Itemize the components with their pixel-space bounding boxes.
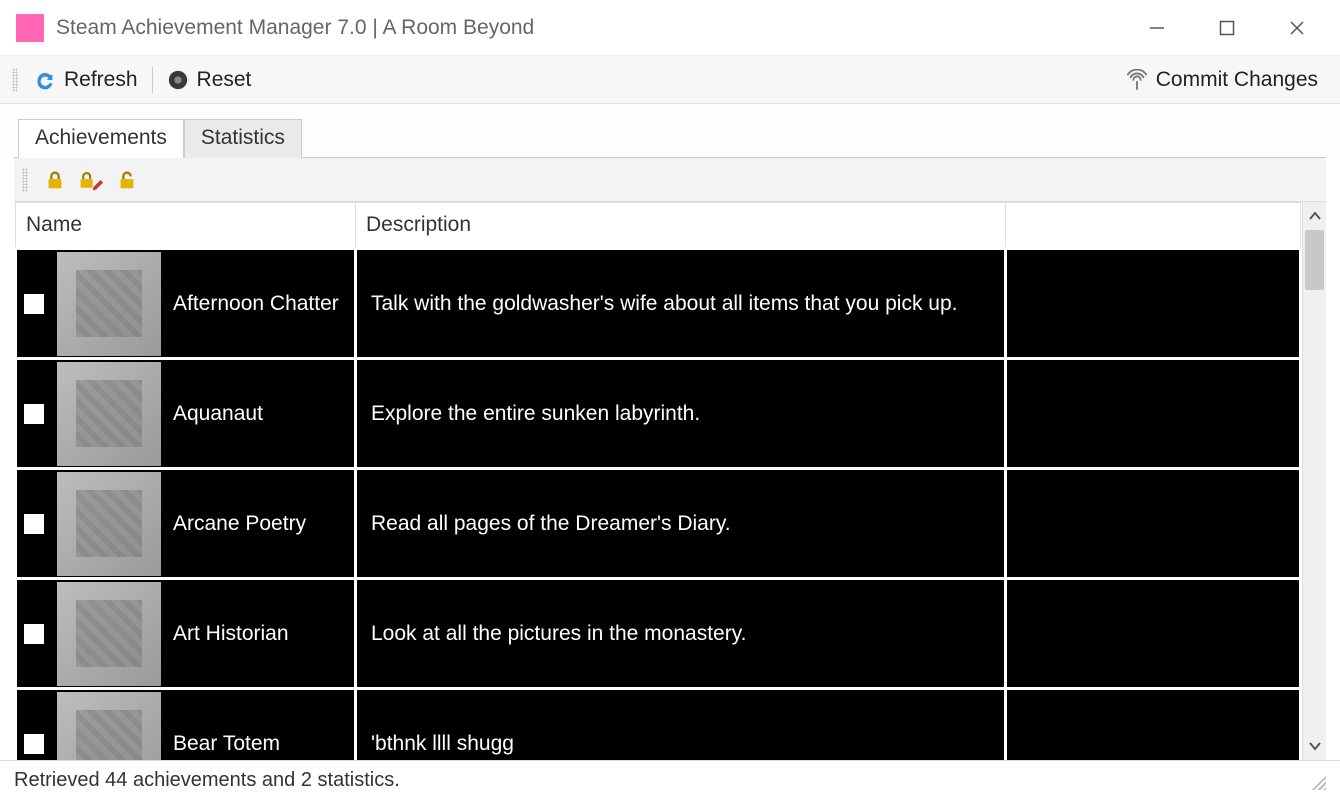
scroll-down-button[interactable] xyxy=(1303,732,1326,760)
cell-name: Aquanaut xyxy=(16,359,356,469)
refresh-label: Refresh xyxy=(64,68,138,92)
titlebar: Steam Achievement Manager 7.0 | A Room B… xyxy=(0,0,1340,56)
scroll-track[interactable] xyxy=(1303,230,1326,732)
minimize-icon xyxy=(1149,20,1165,36)
app-icon xyxy=(16,14,44,42)
column-header-description[interactable]: Description xyxy=(356,203,1006,249)
unlock-icon xyxy=(116,169,138,191)
tabs: Achievements Statistics xyxy=(0,104,1340,157)
broadcast-icon xyxy=(1126,69,1148,91)
lock-edit-icon xyxy=(78,169,104,191)
table-row[interactable]: Art Historian Look at all the pictures i… xyxy=(16,579,1301,689)
achievement-name: Afternoon Chatter xyxy=(167,292,345,316)
achievement-checkbox[interactable] xyxy=(24,514,44,534)
table-row[interactable]: Bear Totem 'bthnk llll shugg xyxy=(16,689,1301,761)
tab-statistics[interactable]: Statistics xyxy=(184,119,302,158)
refresh-icon xyxy=(34,69,56,91)
achievement-description: Look at all the pictures in the monaster… xyxy=(356,579,1006,689)
resize-grip[interactable] xyxy=(1308,772,1326,790)
close-icon xyxy=(1289,20,1305,36)
achievement-description: Talk with the goldwasher's wife about al… xyxy=(356,249,1006,359)
minimize-button[interactable] xyxy=(1122,0,1192,56)
cell-empty xyxy=(1006,249,1301,359)
commit-changes-button[interactable]: Commit Changes xyxy=(1116,64,1328,96)
cell-empty xyxy=(1006,359,1301,469)
refresh-button[interactable]: Refresh xyxy=(24,64,148,96)
table-row[interactable]: Arcane Poetry Read all pages of the Dream… xyxy=(16,469,1301,579)
tab-achievements[interactable]: Achievements xyxy=(18,119,184,158)
reset-button[interactable]: Reset xyxy=(157,64,262,96)
column-header-empty[interactable] xyxy=(1006,203,1301,249)
maximize-button[interactable] xyxy=(1192,0,1262,56)
chevron-down-icon xyxy=(1309,740,1321,752)
achievement-checkbox[interactable] xyxy=(24,624,44,644)
commit-label: Commit Changes xyxy=(1156,68,1318,92)
invert-locks-button[interactable] xyxy=(78,167,104,193)
achievement-icon xyxy=(57,252,161,356)
chevron-up-icon xyxy=(1309,210,1321,222)
lock-toolbar-grip xyxy=(22,168,28,192)
achievement-icon xyxy=(57,472,161,576)
achievement-name: Bear Totem xyxy=(167,732,286,756)
main-toolbar: Refresh Reset Commit Changes xyxy=(0,56,1340,104)
reset-icon xyxy=(167,69,189,91)
toolbar-separator xyxy=(152,67,153,93)
cell-name: Arcane Poetry xyxy=(16,469,356,579)
scroll-up-button[interactable] xyxy=(1303,202,1326,230)
achievements-table-scroll[interactable]: Name Description Afternoon Chatter Talk w… xyxy=(14,202,1302,760)
table-row[interactable]: Aquanaut Explore the entire sunken labyri… xyxy=(16,359,1301,469)
vertical-scrollbar[interactable] xyxy=(1302,202,1326,760)
achievement-description: 'bthnk llll shugg xyxy=(356,689,1006,761)
scroll-thumb[interactable] xyxy=(1305,230,1324,290)
cell-name: Art Historian xyxy=(16,579,356,689)
achievement-checkbox[interactable] xyxy=(24,404,44,424)
achievement-name: Art Historian xyxy=(167,622,295,646)
toolbar-grip xyxy=(12,68,18,92)
lock-all-button[interactable] xyxy=(42,167,68,193)
unlock-all-button[interactable] xyxy=(114,167,140,193)
achievement-description: Read all pages of the Dreamer's Diary. xyxy=(356,469,1006,579)
table-row[interactable]: Afternoon Chatter Talk with the goldwashe… xyxy=(16,249,1301,359)
achievement-description: Explore the entire sunken labyrinth. xyxy=(356,359,1006,469)
lock-icon xyxy=(44,169,66,191)
achievements-table: Name Description Afternoon Chatter Talk w… xyxy=(14,202,1302,760)
cell-name: Bear Totem xyxy=(16,689,356,761)
achievement-icon xyxy=(57,582,161,686)
achievement-checkbox[interactable] xyxy=(24,294,44,314)
cell-empty xyxy=(1006,689,1301,761)
close-button[interactable] xyxy=(1262,0,1332,56)
achievement-icon xyxy=(57,692,161,761)
achievement-icon xyxy=(57,362,161,466)
window-title: Steam Achievement Manager 7.0 | A Room B… xyxy=(56,16,534,40)
cell-empty xyxy=(1006,579,1301,689)
status-text: Retrieved 44 achievements and 2 statisti… xyxy=(14,769,400,792)
status-bar: Retrieved 44 achievements and 2 statisti… xyxy=(0,760,1340,800)
maximize-icon xyxy=(1219,20,1235,36)
column-header-name[interactable]: Name xyxy=(16,203,356,249)
cell-empty xyxy=(1006,469,1301,579)
achievement-checkbox[interactable] xyxy=(24,734,44,754)
achievement-name: Arcane Poetry xyxy=(167,512,312,536)
cell-name: Afternoon Chatter xyxy=(16,249,356,359)
lock-toolbar xyxy=(14,158,1326,202)
reset-label: Reset xyxy=(197,68,252,92)
achievement-name: Aquanaut xyxy=(167,402,269,426)
